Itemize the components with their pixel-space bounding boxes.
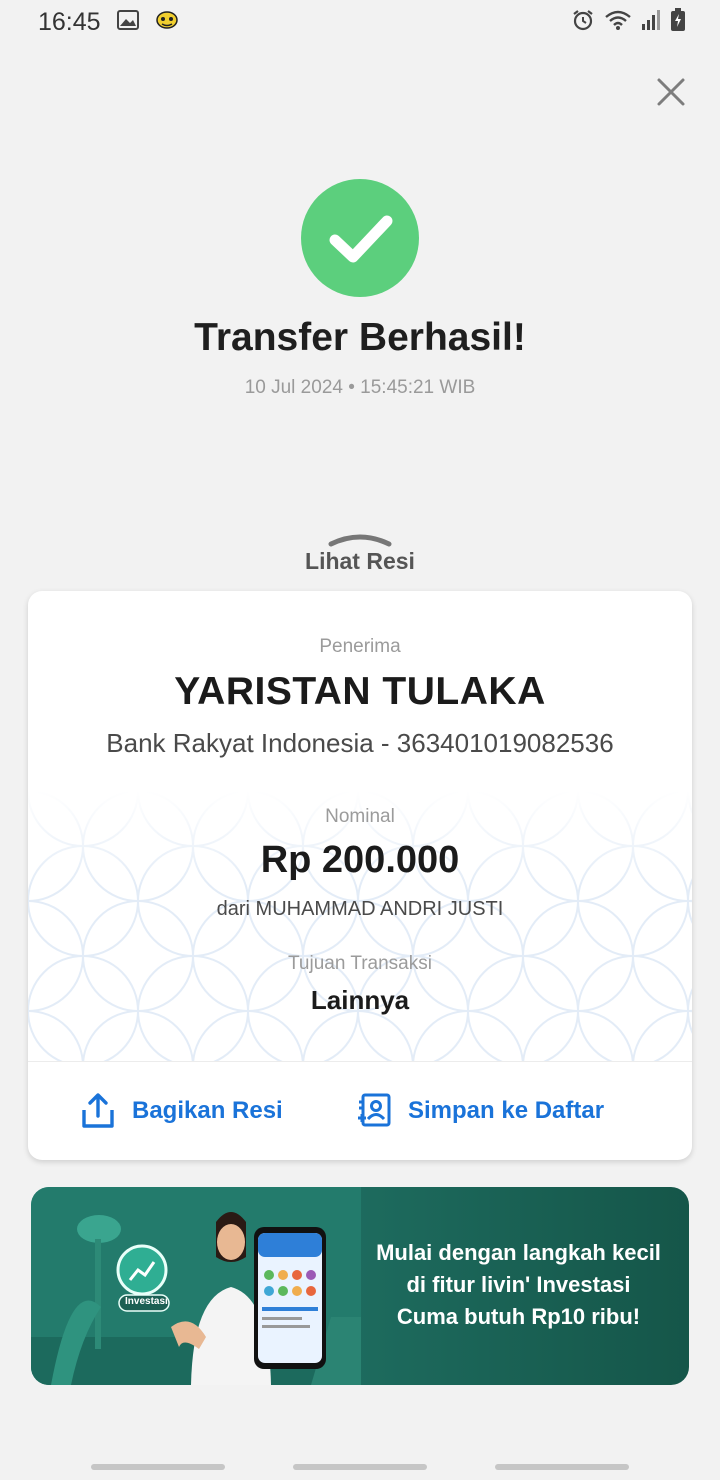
card-background-pattern	[28, 791, 692, 1061]
check-circle-icon	[301, 179, 419, 297]
recipient-bank-account: Bank Rakyat Indonesia - 363401019082536	[106, 728, 614, 758]
promo-text: Mulai dengan langkah kecil di fitur livi…	[361, 1237, 676, 1333]
save-to-list-label: Simpan ke Daftar	[408, 1096, 605, 1124]
gallery-icon	[116, 9, 139, 35]
promo-illustration	[31, 1187, 361, 1385]
sender-name: dari MUHAMMAD ANDRI JUSTI	[216, 898, 504, 920]
transaction-timestamp: 10 Jul 2024 • 15:45:21 WIB	[244, 377, 476, 398]
nav-back-button[interactable]	[495, 1464, 629, 1470]
chevron-up-icon[interactable]	[328, 528, 392, 548]
view-receipt-toggle[interactable]: Lihat Resi	[0, 548, 720, 575]
add-contact-icon	[358, 1093, 391, 1126]
promo-line-1: Mulai dengan langkah kecil	[376, 1240, 661, 1265]
purpose-label: Tujuan Transaksi	[288, 953, 432, 974]
promo-line-2: di fitur livin' Investasi	[406, 1272, 631, 1297]
transaction-purpose: Lainnya	[310, 985, 410, 1015]
close-button[interactable]	[648, 72, 694, 112]
close-icon	[657, 78, 685, 106]
alarm-icon	[571, 8, 595, 37]
investment-promo-banner[interactable]: Investasi Mulai dengan langkah kecil di …	[31, 1187, 689, 1385]
transfer-amount: Rp 200.000	[260, 839, 460, 881]
signal-icon	[641, 9, 661, 36]
recipient-name: YARISTAN TULAKA	[174, 670, 546, 713]
save-to-list-button[interactable]: Simpan ke Daftar	[356, 1061, 604, 1160]
status-right	[571, 7, 686, 37]
battery-charging-icon	[670, 7, 686, 37]
share-receipt-label: Bagikan Resi	[132, 1096, 283, 1124]
share-receipt-button[interactable]: Bagikan Resi	[80, 1061, 283, 1160]
system-navigation-bar	[0, 1454, 720, 1480]
notification-app-icon	[155, 10, 179, 35]
status-bar: 16:45	[0, 0, 720, 44]
promo-badge: Investasi	[125, 1296, 168, 1307]
status-time: 16:45	[38, 7, 101, 36]
amount-label: Nominal	[325, 806, 395, 827]
recipient-label: Penerima	[319, 636, 401, 657]
status-left: 16:45	[38, 8, 179, 37]
share-icon	[82, 1092, 114, 1128]
wifi-icon	[604, 9, 632, 36]
nav-recents-button[interactable]	[91, 1464, 225, 1470]
promo-line-3: Cuma butuh Rp10 ribu!	[396, 1304, 641, 1329]
page-title: Transfer Berhasil!	[194, 316, 526, 359]
nav-home-button[interactable]	[293, 1464, 427, 1470]
receipt-card: Penerima YARISTAN TULAKA Bank Rakyat Ind…	[28, 591, 692, 1160]
